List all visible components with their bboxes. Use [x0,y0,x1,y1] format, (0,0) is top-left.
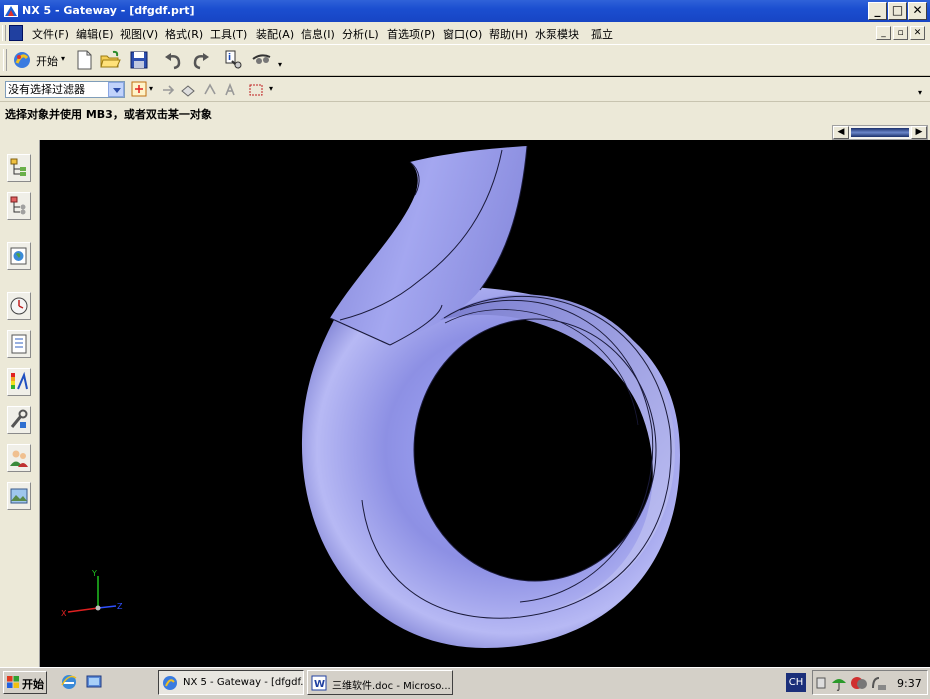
window-title: NX 5 - Gateway - [dfgdf.prt] [22,4,195,17]
menu-isolate[interactable]: 孤立 [591,26,613,42]
menu-analysis[interactable]: 分析(L) [342,26,379,42]
scroll-left-icon[interactable]: ◀ [833,126,849,139]
visualization-palette-button[interactable] [7,368,31,396]
toolbar-more-icon[interactable]: ▾ [278,60,282,69]
start-icon[interactable] [11,49,33,71]
menu-tools[interactable]: 工具(T) [210,26,247,42]
close-button[interactable]: ✕ [908,2,927,20]
umbrella-icon[interactable] [830,674,848,692]
windows-start-button[interactable]: 开始 [3,671,47,694]
coordinate-triad: Y Z X [61,569,123,618]
menubar-grip[interactable] [2,25,6,41]
cue-line-text: 选择对象并使用 MB3，或者双击某一对象 [5,108,212,121]
toolbar-grip[interactable] [3,49,7,71]
resource-bar [0,140,40,667]
doc-close-button[interactable]: ✕ [910,26,925,40]
type-filter-select[interactable]: 没有选择过滤器 [5,81,125,98]
taskbar-item-label: NX 5 - Gateway - [dfgdf... [183,677,304,688]
new-file-icon[interactable] [73,49,95,71]
graphics-window[interactable]: Y Z X [40,140,930,667]
triad-z-label: Z [117,602,123,611]
select-feature-icon[interactable] [202,82,218,98]
open-folder-icon[interactable] [99,49,121,71]
select-component-icon[interactable] [222,82,238,98]
start-menu-label[interactable]: 开始 [36,53,58,69]
app-icon [4,5,18,17]
menu-preferences[interactable]: 首选项(P) [387,26,435,42]
doc-minimize-button[interactable]: _ [876,26,891,40]
minimize-button[interactable]: _ [868,2,887,20]
word-document-icon: W [311,675,327,691]
part-tree-icon [10,196,26,215]
menu-format[interactable]: 格式(R) [165,26,203,42]
part-navigator-button[interactable] [7,192,31,220]
document-icon[interactable] [9,25,23,41]
start-button-label: 开始 [22,678,44,691]
triad-x-label: X [61,609,67,618]
type-filter-dropdown-icon[interactable] [108,82,124,97]
triad-y-label: Y [91,569,97,578]
select-arrow-icon[interactable] [160,82,176,98]
picture-icon [10,488,28,504]
system-materials-button[interactable] [7,330,31,358]
menu-edit[interactable]: 编辑(E) [76,26,114,42]
scroll-thumb[interactable] [851,128,909,137]
menu-information[interactable]: 信息(I) [301,26,335,42]
menu-assemblies[interactable]: 装配(A) [256,26,294,42]
history-palette-button[interactable] [7,292,31,320]
nx-app-icon [163,676,177,690]
svg-text:W: W [314,679,325,690]
assembly-navigator-button[interactable] [7,154,31,182]
menu-help[interactable]: 帮助(H) [489,26,528,42]
taskbar-item-word[interactable]: W 三维软件.doc - Microso... [307,670,453,695]
rectangle-select-icon[interactable] [248,82,264,98]
menu-view[interactable]: 视图(V) [120,26,158,42]
globe-icon [10,247,27,265]
title-bar: NX 5 - Gateway - [dfgdf.prt] [0,0,930,22]
selection-scope-icon[interactable] [130,80,148,98]
security-icon[interactable] [850,674,868,692]
horizontal-scrollbar[interactable]: ◀ ▶ [832,125,928,140]
taskbar-item-label: 三维软件.doc - Microso... [332,681,451,692]
menu-pump-module[interactable]: 水泵模块 [535,26,579,42]
chevron-down-icon[interactable]: ▾ [269,84,273,93]
redo-icon[interactable] [190,50,212,72]
chevron-down-icon[interactable]: ▾ [61,54,65,63]
tray-expand-icon[interactable] [815,674,827,692]
assembly-tree-icon [10,158,26,176]
internet-explorer-icon[interactable] [60,673,78,691]
color-palette-icon [11,371,28,390]
menu-file[interactable]: 文件(F) [32,26,69,42]
users-icon [10,450,28,467]
network-icon[interactable] [870,674,888,692]
windows-logo-icon [7,676,19,688]
web-browser-button[interactable] [7,242,31,270]
toolbar-overflow-icon[interactable]: ▾ [918,88,922,97]
status-strip [0,124,930,140]
taskbar-item-nx[interactable]: NX 5 - Gateway - [dfgdf... [158,670,304,695]
show-desktop-icon[interactable] [85,673,103,691]
select-body-icon[interactable] [180,82,196,98]
image-gallery-button[interactable] [7,482,31,510]
snap-view-icon[interactable] [251,49,273,71]
language-indicator[interactable]: CH [786,673,806,692]
volute-casing-model[interactable]: Y Z X [40,140,930,667]
taskbar-clock: 9:37 [897,677,922,690]
undo-icon[interactable] [162,50,184,72]
svg-text:i: i [228,53,231,63]
maximize-button[interactable]: □ [888,2,907,20]
menu-window[interactable]: 窗口(O) [443,26,482,42]
clock-icon [10,297,28,315]
list-icon [11,334,27,354]
roles-button[interactable] [7,444,31,472]
information-icon[interactable]: i [223,49,245,71]
wrench-icon [10,409,28,428]
reuse-library-button[interactable] [7,406,31,434]
doc-restore-button[interactable]: ▫ [893,26,908,40]
scroll-right-icon[interactable]: ▶ [911,126,927,139]
chevron-down-icon[interactable]: ▾ [149,84,153,93]
save-icon[interactable] [128,49,150,71]
